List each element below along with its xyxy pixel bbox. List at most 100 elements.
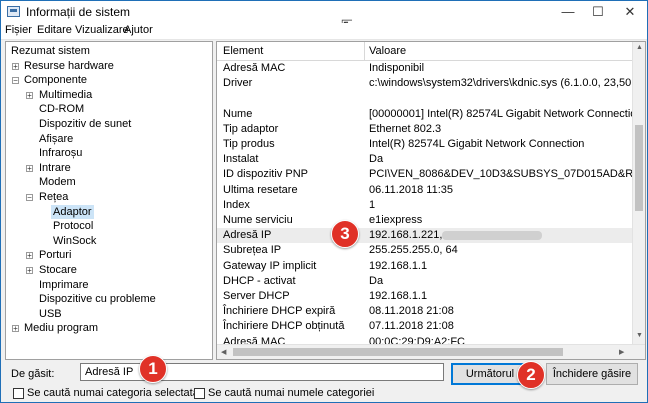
scroll-up-icon[interactable]: ▲	[636, 44, 643, 51]
column-divider[interactable]	[364, 42, 365, 60]
column-header-value[interactable]: Valoare	[369, 45, 406, 57]
table-row[interactable]: Închiriere DHCP expiră 08.11.2018 21:08	[217, 304, 633, 319]
menu-help[interactable]: Ajutor	[124, 24, 153, 36]
expand-icon[interactable]: +	[26, 267, 33, 275]
horizontal-scrollbar[interactable]: ◀ ▶	[217, 344, 645, 359]
callout-badge-1: 1	[139, 355, 167, 383]
menu-bar: Fișier Editare Vizualizare Ajutor	[1, 23, 647, 40]
row-element: Adresă MAC	[223, 62, 286, 74]
menu-view[interactable]: Vizualizare	[75, 24, 129, 36]
table-row[interactable]: Instalat Da	[217, 152, 633, 167]
scroll-left-icon[interactable]: ◀	[221, 348, 226, 356]
checkbox-category-names-label: Se caută numai numele categoriei	[208, 387, 375, 399]
row-element: ID dispozitiv PNP	[223, 168, 308, 181]
vertical-scroll-thumb[interactable]	[635, 125, 643, 211]
vertical-scrollbar[interactable]: ▲ ▼	[632, 42, 645, 344]
row-element: Server DHCP	[223, 290, 290, 302]
title-bar[interactable]: Informații de sistem ⇱ — ☐ ✕	[1, 1, 647, 33]
column-header-element[interactable]: Element	[223, 45, 263, 57]
category-tree[interactable]: Rezumat sistem + Resurse hardware − Componen…	[5, 41, 213, 360]
row-element: Tip produs	[223, 138, 275, 150]
checkbox-selected-category[interactable]: Se caută numai categoria selectată	[13, 387, 199, 399]
collapse-icon[interactable]: −	[26, 194, 33, 202]
table-row[interactable]: Nume serviciu e1iexpress	[217, 213, 633, 228]
tree-item-label: Protocol	[53, 220, 94, 233]
row-value: 255.255.255.0, 64	[369, 244, 458, 257]
table-row[interactable]: Tip produs Intel(R) 82574L Gigabit Networ…	[217, 137, 633, 152]
expand-icon[interactable]: +	[12, 325, 19, 333]
row-element: Gateway IP implicit	[223, 259, 317, 272]
row-value: Ethernet 802.3	[369, 122, 442, 135]
table-row[interactable]: Driver c:\windows\system32\drivers\kdnic.…	[217, 76, 633, 91]
row-value: 1	[369, 198, 376, 211]
close-button[interactable]: ✕	[615, 1, 645, 23]
table-row[interactable]: Adresă IP 192.168.1.221,	[217, 228, 633, 244]
row-element: Tip adaptor	[223, 122, 279, 135]
row-element: Nume	[223, 107, 253, 120]
table-row[interactable]: Tip adaptor Ethernet 802.3	[217, 122, 633, 137]
row-element: Driver	[223, 77, 253, 90]
callout-badge-3: 3	[331, 220, 359, 248]
tree-item-label: Resurse hardware	[24, 59, 114, 72]
expand-icon[interactable]: +	[26, 164, 33, 172]
checkbox-square-icon[interactable]	[13, 387, 24, 399]
system-information-window: Informații de sistem ⇱ — ☐ ✕ Fișier Edit…	[0, 0, 648, 403]
table-row[interactable]: Server DHCP 192.168.1.1	[217, 289, 633, 304]
row-value: 07.11.2018 21:08	[369, 320, 454, 333]
table-row[interactable]: Ultima resetare 06.11.2018 11:35	[217, 183, 633, 198]
details-list[interactable]: Element Valoare Adresă MAC Indisponibil Dr…	[216, 41, 646, 360]
row-value: 192.168.1.221,	[369, 229, 443, 242]
expand-icon[interactable]: +	[12, 62, 19, 70]
checkbox-category-names[interactable]: Se caută numai numele categoriei	[194, 387, 374, 399]
checkbox-selected-category-label: Se caută numai categoria selectată	[27, 387, 199, 399]
close-find-button[interactable]: Închidere găsire	[546, 363, 638, 385]
expand-icon[interactable]: +	[26, 91, 33, 99]
tree-item-label: Dispozitive cu probleme	[39, 293, 156, 306]
tree-item-label: Imprimare	[39, 278, 89, 291]
maximize-button[interactable]: ☐	[583, 1, 613, 23]
table-row[interactable]: Subrețea IP 255.255.255.0, 64	[217, 243, 633, 258]
menu-file[interactable]: Fișier	[5, 24, 32, 36]
row-value: PCI\VEN_8086&DEV_10D3&SUBSYS_07D015AD&RE…	[369, 168, 633, 181]
row-element: Nume serviciu	[223, 214, 293, 226]
row-element: Adresă IP	[223, 229, 272, 242]
minimize-button[interactable]: —	[553, 1, 583, 23]
scroll-right-icon[interactable]: ▶	[619, 348, 624, 356]
collapse-icon[interactable]: −	[12, 77, 19, 85]
list-header: Element Valoare	[217, 42, 633, 61]
expand-icon[interactable]: +	[26, 252, 33, 260]
system-info-app-icon	[7, 6, 20, 17]
row-value: e1iexpress	[369, 214, 423, 226]
row-value: [00000001] Intel(R) 82574L Gigabit Netwo…	[369, 107, 633, 120]
tree-item-label: USB	[39, 307, 62, 320]
row-value: 08.11.2018 21:08	[369, 305, 454, 318]
tree-item-label: Multimedia	[39, 88, 93, 101]
table-row[interactable]: ID dispozitiv PNP PCI\VEN_8086&DEV_10D3&S…	[217, 167, 633, 182]
row-value: Da	[369, 274, 384, 287]
row-value: c:\windows\system32\drivers\kdnic.sys (6…	[369, 77, 633, 90]
horizontal-scroll-thumb[interactable]	[233, 348, 563, 356]
tree-item-label: WinSock	[53, 234, 97, 247]
redacted-ipv6-block	[442, 231, 542, 241]
tree-item-label: Infraroșu	[39, 147, 83, 160]
table-row[interactable]	[217, 91, 633, 106]
row-value: Intel(R) 82574L Gigabit Network Connecti…	[369, 138, 585, 150]
row-element: Ultima resetare	[223, 183, 298, 196]
window-title: Informații de sistem	[26, 5, 131, 19]
row-element: Index	[223, 198, 250, 211]
table-row[interactable]: Index 1	[217, 198, 633, 213]
table-row[interactable]: Închiriere DHCP obținută 07.11.2018 21:08	[217, 319, 633, 334]
checkbox-square-icon[interactable]	[194, 387, 205, 399]
table-row[interactable]: Adresă MAC Indisponibil	[217, 61, 633, 76]
row-element: DHCP - activat	[223, 274, 296, 287]
tree-item-label: Intrare	[39, 161, 71, 174]
table-row[interactable]: DHCP - activat Da	[217, 274, 633, 289]
row-element: Instalat	[223, 153, 259, 166]
find-input[interactable]	[80, 363, 444, 381]
row-element: Închiriere DHCP obținută	[223, 320, 345, 333]
scroll-down-icon[interactable]: ▼	[636, 332, 643, 339]
menu-edit[interactable]: Editare	[37, 24, 72, 36]
table-row[interactable]: Nume [00000001] Intel(R) 82574L Gigabit N…	[217, 107, 633, 122]
tree-item-label: Mediu program	[24, 322, 98, 335]
table-row[interactable]: Gateway IP implicit 192.168.1.1	[217, 259, 633, 274]
